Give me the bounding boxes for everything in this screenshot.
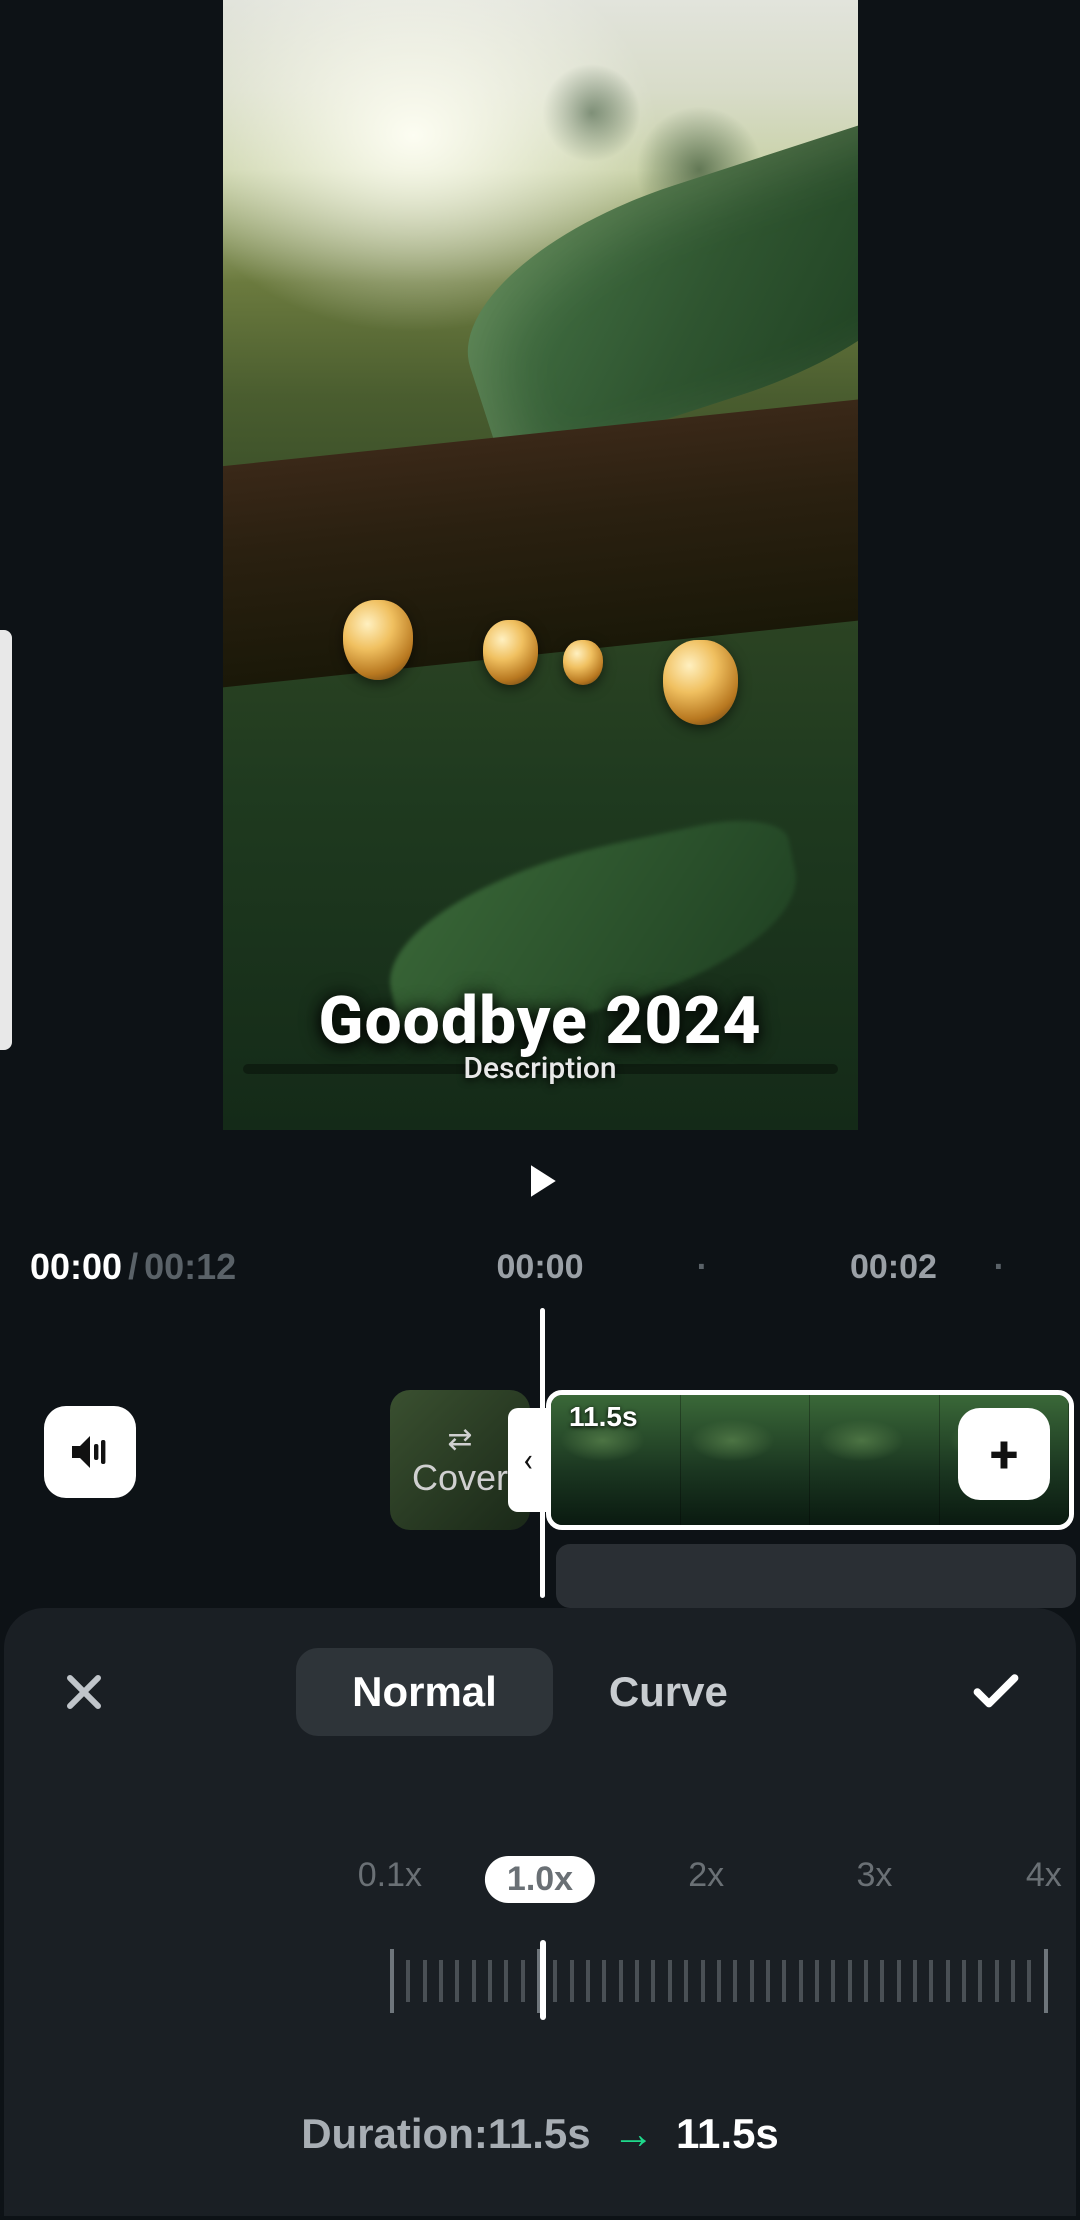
plus-icon: + [990,1424,1018,1485]
speed-label-3x: 3x [856,1856,892,1895]
duration-to: 11.5s [676,2110,779,2157]
confirm-button[interactable] [964,1660,1028,1724]
speed-label-2x: 2x [688,1856,724,1895]
ruler-dot: · [697,1248,708,1287]
speed-label-4x: 4x [1026,1856,1062,1895]
speed-scale-labels: 0.1x 1.0x 2x 3x 4x [4,1856,1076,1906]
speed-selected-pill: 1.0x [485,1856,595,1903]
chevron-left-icon: ‹ [523,1441,533,1479]
speaker-icon [66,1428,114,1476]
speed-sheet: Normal Curve 0.1x 1.0x 2x 3x 4x Duration… [4,1608,1076,2216]
close-button[interactable] [52,1660,116,1724]
swap-icon: ⇄ [447,1422,472,1457]
close-icon [60,1668,108,1716]
timecode-bar: 00:00 / 00:12 00:00 · 00:02 · [0,1212,1080,1288]
play-icon [513,1154,567,1208]
add-music-row[interactable] [556,1544,1076,1608]
check-icon [968,1664,1024,1720]
duration-from: 11.5s [488,2110,591,2157]
add-clip-button[interactable]: + [958,1408,1050,1500]
timeline[interactable]: ⇄ Cover ‹ 11.5s + [0,1308,1080,1618]
tab-normal[interactable]: Normal [296,1648,553,1736]
speed-tabs: Normal Curve [296,1648,784,1736]
duration-readout: Duration:11.5s → 11.5s [4,2110,1076,2158]
ruler-mark-0: 00:00 [497,1248,584,1287]
speed-label-0-1x: 0.1x [358,1856,422,1895]
clip-duration-badge: 11.5s [569,1401,638,1433]
tab-curve[interactable]: Curve [553,1648,784,1736]
playhead[interactable] [540,1308,545,1598]
mute-button[interactable] [44,1406,136,1498]
ruler-dot: · [994,1248,1005,1287]
preview-title-text: Goodbye 2024 [223,983,858,1060]
current-time: 00:00 [30,1246,122,1288]
time-separator: / [128,1246,138,1288]
cover-label: Cover [412,1457,508,1499]
duration-label: Duration: [301,2110,488,2157]
arrow-right-icon: → [612,2110,654,2157]
preview-subtitle-text: Description [223,1051,858,1086]
video-preview[interactable]: Goodbye 2024 Description [223,0,858,1130]
play-button[interactable] [0,1154,1080,1212]
speed-slider-knob[interactable] [540,1940,546,2020]
speed-slider[interactable] [390,1940,1044,2020]
total-time: 00:12 [144,1246,236,1288]
preview-area: Goodbye 2024 Description [0,0,1080,1130]
ruler-mark-2: 00:02 [850,1248,937,1287]
